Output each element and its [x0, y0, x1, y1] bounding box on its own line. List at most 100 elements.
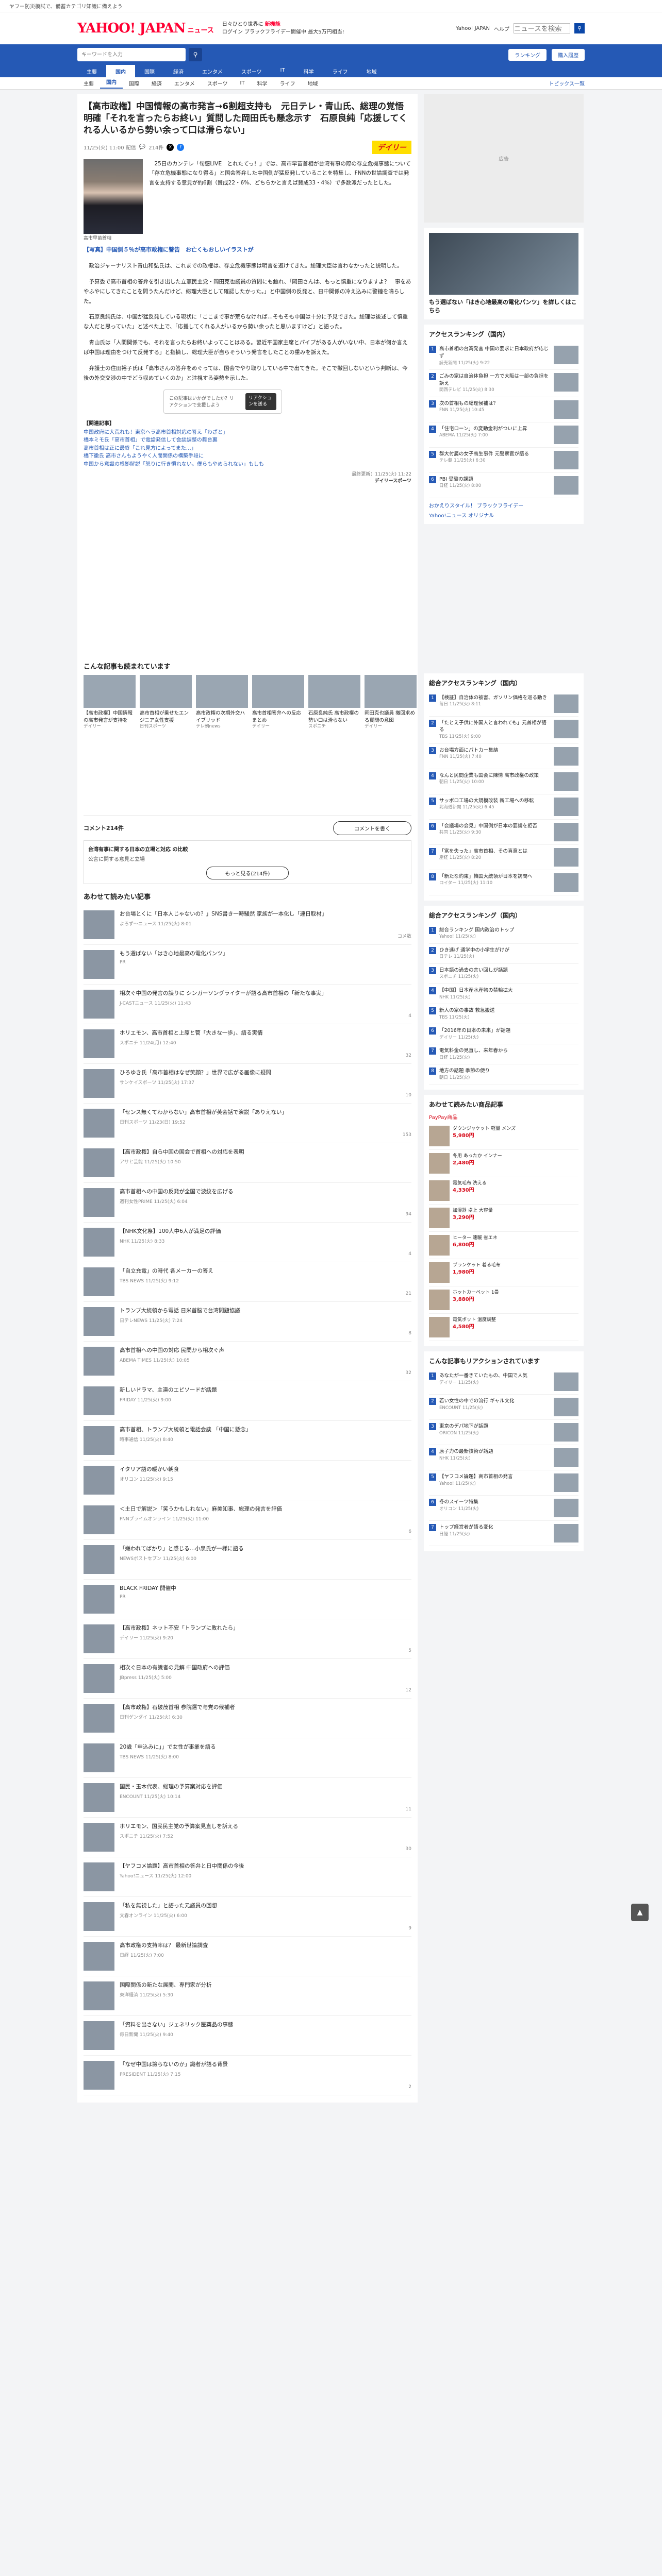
feed-comment-count[interactable]: 4 [386, 1251, 411, 1257]
feed-comment-count[interactable]: 21 [386, 1291, 411, 1296]
rank-title[interactable]: なんと民間企業も国会に陳情 高市政権の政策 [439, 772, 551, 779]
ranking-item[interactable]: 7 トップ経営者が語る変化 日経 11/25(火) [429, 1521, 578, 1547]
feed-thumb[interactable] [84, 1743, 114, 1772]
rank-thumb[interactable] [554, 1398, 578, 1417]
recommend-item[interactable]: 【高市政権】中国情報の高市発言が支持を デイリー [84, 675, 136, 730]
ranking-item[interactable]: 4 原子力の最新技術が話題 NHK 11/25(火) [429, 1445, 578, 1471]
subtab-world[interactable]: 国際 [123, 79, 145, 87]
shop-title[interactable]: 電気毛布 洗える [453, 1180, 578, 1187]
subtab-top[interactable]: 主要 [77, 79, 100, 87]
feed-thumb[interactable] [84, 1664, 114, 1693]
header-link-help[interactable]: ヘルプ [494, 25, 509, 32]
rank-title[interactable]: 次の首相もの総理候補は？ [439, 400, 551, 408]
feed-title[interactable]: 「センス無くてわからない」高市首相が英会話で演説「ありえない」 [120, 1109, 380, 1117]
feed-item[interactable]: 高市首相への中国の反発が全国で波紋を広げる 週刊女性PRIME 11/25(火) … [84, 1183, 411, 1223]
ranking-item[interactable]: 5 【ヤフコメ論題】高市首相の発言 Yahoo! 11/25(火) [429, 1470, 578, 1496]
rank-thumb[interactable] [554, 848, 578, 867]
shop-title[interactable]: ブランケット 着る毛布 [453, 1262, 578, 1269]
shop-title[interactable]: ホットカーペット 1畳 [453, 1290, 578, 1296]
feed-thumb[interactable] [84, 910, 114, 939]
feed-item[interactable]: 「センス無くてわからない」高市首相が英会話で演説「ありえない」 日刊スポーツ 11… [84, 1104, 411, 1143]
rank-thumb[interactable] [554, 1372, 578, 1392]
feed-title[interactable]: 相次ぐ日本の有識者の見解 中国政府への評価 [120, 1664, 380, 1672]
rank-title[interactable]: 高市首相の台湾発言 中国の要求に日本政府が応じず [439, 346, 551, 360]
ranking-item[interactable]: 2 ひき逃げ 通学中の小学生がけが 日テレ 11/25(火) [429, 944, 578, 964]
ranking-item[interactable]: 2 「たとえ子供に外国人と言われても」元首相が語る TBS 11/25(火) 9:0… [429, 717, 578, 744]
feed-title[interactable]: 「資料を出さない」ジェネリック医薬品の事態 [120, 2021, 380, 2029]
rank-title[interactable]: 「新たな約束」韓国大統領が日本を訪問へ [439, 873, 551, 880]
rank-title[interactable]: 【検証】自治体の被害、ガソリン価格を巡る動き [439, 694, 551, 702]
rank-thumb[interactable] [554, 1499, 578, 1518]
tab-it[interactable]: IT [271, 65, 294, 77]
subtab-entertainment[interactable]: エンタメ [168, 79, 201, 87]
rank-title[interactable]: PBI 受験の課題 [439, 476, 551, 483]
feed-item[interactable]: ホリエモン、国民民主党の予算案見直しを訴える スポニチ 11/25(火) 7:52… [84, 1818, 411, 1857]
shop-title[interactable]: ヒーター 速暖 省エネ [453, 1235, 578, 1242]
feed-thumb[interactable] [84, 1267, 114, 1296]
feed-title[interactable]: 高市政権の支持率は？ 最新世論調査 [120, 1942, 380, 1950]
ranking-item[interactable]: 1 あなたが一番きていたもの、中国で人気 デイリー 11/25(火) [429, 1369, 578, 1395]
feed-item[interactable]: 高市首相への中国の対応 民間から相次ぐ声 ABEMA TIMES 11/25(火)… [84, 1342, 411, 1381]
tab-local[interactable]: 地域 [357, 65, 386, 77]
ranking-item[interactable]: 5 群大付属の女子高生事件 元警察官が語る テレ朝 11/25(火) 6:30 [429, 448, 578, 473]
feed-comment-count[interactable]: 30 [386, 1846, 411, 1852]
rank-thumb[interactable] [554, 1423, 578, 1442]
feed-title[interactable]: ＜土日で解説＞「笑うかもしれない」麻美知事、総理の発言を評価 [120, 1505, 380, 1514]
subtab-domestic[interactable]: 国内 [100, 78, 123, 89]
logo-main[interactable]: YAHOO! JAPAN [77, 21, 186, 36]
shop-thumb[interactable] [429, 1153, 450, 1174]
related-link[interactable]: 橋下徹氏 高市さんもようやく人間関係の構築手段に [84, 452, 411, 461]
news-search-button[interactable]: ⚲ [189, 48, 202, 61]
feed-item[interactable]: BLACK FRIDAY 開催中 PR [84, 1580, 411, 1619]
shop-title[interactable]: 冬用 あったか インナー [453, 1153, 578, 1160]
rank-thumb[interactable] [554, 797, 578, 816]
recommend-thumb[interactable] [140, 675, 192, 708]
ranking-item[interactable]: 6 「2016年の日本の未来」が話題 デイリー 11/25(火) [429, 1024, 578, 1044]
subtab-economy[interactable]: 経済 [145, 79, 168, 87]
tab-sports[interactable]: スポーツ [232, 65, 271, 77]
feed-thumb[interactable] [84, 1188, 114, 1217]
ranking-item[interactable]: 5 サッポロ工場の大規模改装 新工場への移転 北海道新聞 11/25(火) 6:45 [429, 794, 578, 820]
ranking-item[interactable]: 6 PBI 受験の課題 日経 11/25(火) 8:00 [429, 473, 578, 498]
rank-thumb[interactable] [554, 1448, 578, 1467]
feed-thumb[interactable] [84, 1902, 114, 1931]
feed-title[interactable]: 「嫌われてばかり」と感じる…小泉氏が一様に語る [120, 1545, 380, 1553]
feed-item[interactable]: 【NHK文化祭】100人中6人が満足の評価 NHK 11/25(火) 8:33 4 [84, 1223, 411, 1262]
feed-thumb[interactable] [84, 1029, 114, 1058]
nav-pill-ranking[interactable]: ランキング [508, 48, 547, 61]
shop-thumb[interactable] [429, 1180, 450, 1201]
feed-item[interactable]: 「なぜ中国は譲らないのか」識者が語る背景 PRESIDENT 11/25(火) 7… [84, 2056, 411, 2095]
rank-thumb[interactable] [554, 400, 578, 419]
related-link[interactable]: 中国政府に大荒れも！東京ヘラ高市首相対応の答え「わざと」 [84, 429, 411, 437]
recommend-thumb[interactable] [365, 675, 417, 708]
rank-title[interactable]: 若い女性の中での流行 ギャル文化 [439, 1398, 551, 1405]
ranking-item[interactable]: 1 高市首相の台湾発言 中国の要求に日本政府が応じず 読売新聞 11/25(火) 9… [429, 343, 578, 370]
shop-item[interactable]: ブランケット 着る毛布 1,980円 [429, 1259, 578, 1287]
shop-thumb[interactable] [429, 1208, 450, 1229]
related-link[interactable]: 中国から意識の根拠解説「怒りに行き慣れない。僕らもやめられない」もしも [84, 461, 411, 469]
feed-thumb[interactable] [84, 1862, 114, 1891]
tab-economy[interactable]: 経済 [164, 65, 193, 77]
yahoo-link-2[interactable]: Yahoo!ニュース オリジナル [429, 511, 578, 519]
shop-title[interactable]: ダウンジャケット 軽量 メンズ [453, 1126, 578, 1132]
shop-item[interactable]: 電気毛布 洗える 4,330円 [429, 1177, 578, 1205]
ranking-item[interactable]: 3 お台場方面にパトカー集結 FNN 11/25(火) 7:40 [429, 744, 578, 769]
header-search-input[interactable] [514, 23, 570, 33]
header-link-yahoo[interactable]: Yahoo! JAPAN [456, 26, 490, 31]
feed-item[interactable]: 「自立充電」の時代 各メーカーの答え TBS NEWS 11/25(火) 9:12… [84, 1262, 411, 1302]
rank-thumb[interactable] [554, 719, 578, 738]
topics-list-link[interactable]: トピックス一覧 [549, 79, 585, 87]
ranking-item[interactable]: 3 日本語の過去の言い回しが話題 スポニチ 11/25(火) [429, 964, 578, 984]
feed-thumb[interactable] [84, 1941, 114, 1971]
recommend-thumb[interactable] [196, 675, 248, 708]
rank-title[interactable]: 群大付属の女子高生事件 元警察官が語る [439, 451, 551, 458]
feed-title[interactable]: BLACK FRIDAY 開催中 [120, 1585, 380, 1593]
shop-item[interactable]: 冬用 あったか インナー 2,480円 [429, 1150, 578, 1178]
ranking-item[interactable]: 1 【検証】自治体の被害、ガソリン価格を巡る動き 毎日 11/25(火) 8:11 [429, 691, 578, 717]
ranking-item[interactable]: 8 「新たな約束」韓国大統領が日本を訪問へ ロイター 11/25(火) 11:10 [429, 870, 578, 895]
ranking-item[interactable]: 4 なんと民間企業も国会に陳情 高市政権の政策 朝日 11/25(火) 10:00 [429, 769, 578, 794]
rank-title[interactable]: 地方の話題 季節の便り [439, 1067, 578, 1075]
feed-item[interactable]: 高市首相、トランプ大統領と電話会談 「中国に懸念」 時事通信 11/25(火) 8… [84, 1421, 411, 1461]
feed-comment-count[interactable]: 32 [386, 1370, 411, 1376]
rank-thumb[interactable] [554, 1524, 578, 1543]
